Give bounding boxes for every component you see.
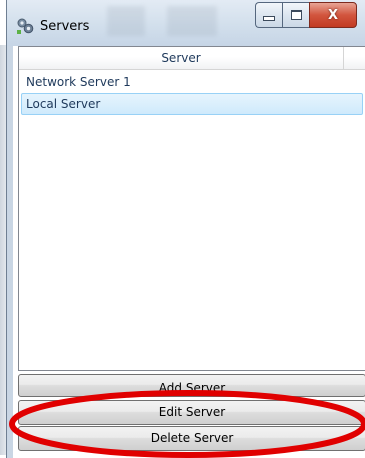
- close-button[interactable]: X: [309, 2, 357, 28]
- maximize-icon: [290, 10, 302, 20]
- title-bar-glass-reflection: [97, 6, 237, 36]
- window-title: Servers: [40, 19, 90, 34]
- servers-app-icon[interactable]: [16, 17, 34, 35]
- server-row-local-server[interactable]: Local Server: [21, 93, 363, 115]
- servers-window: Servers X Server Network Server 1 Local …: [6, 0, 365, 458]
- minimize-icon: [263, 16, 275, 21]
- column-header-server[interactable]: Server: [19, 47, 344, 69]
- caption-buttons: X: [255, 2, 357, 28]
- edit-server-button[interactable]: Edit Server: [18, 400, 365, 425]
- screenshot-page: Servers X Server Network Server 1 Local …: [0, 0, 365, 458]
- server-list-header: Server: [19, 47, 365, 70]
- window-client-area: Server Network Server 1 Local Server Add…: [13, 46, 365, 458]
- minimize-button[interactable]: [255, 2, 282, 28]
- title-bar[interactable]: Servers X: [7, 0, 365, 46]
- server-row-network-server-1[interactable]: Network Server 1: [21, 71, 363, 93]
- close-icon: X: [327, 7, 339, 23]
- delete-server-button[interactable]: Delete Server: [18, 426, 365, 451]
- maximize-button[interactable]: [282, 2, 309, 28]
- add-server-button[interactable]: Add Server: [18, 374, 365, 397]
- server-list-body: Network Server 1 Local Server: [19, 71, 365, 115]
- server-list[interactable]: Server Network Server 1 Local Server: [18, 46, 365, 371]
